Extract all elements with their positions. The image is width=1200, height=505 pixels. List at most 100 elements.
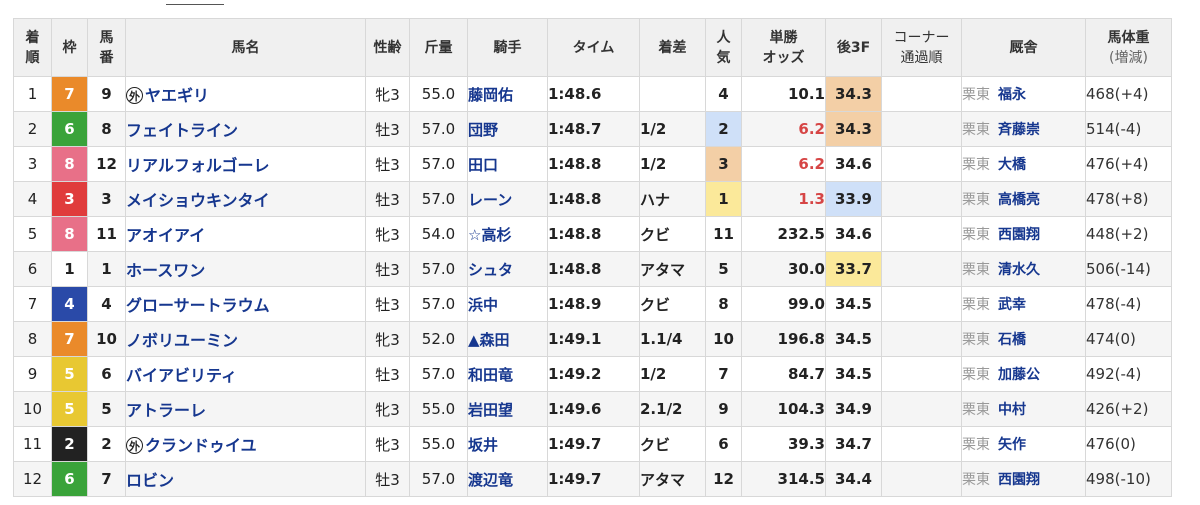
weight-carried-cell: 57.0 — [409, 461, 468, 497]
jockey-cell[interactable]: シュタ — [467, 251, 548, 287]
trainer-cell[interactable]: 栗東 大橋 — [961, 146, 1086, 182]
margin-cell: 1/2 — [639, 111, 706, 147]
horse-name-cell[interactable]: ノボリユーミン — [125, 321, 366, 357]
trainer-name-link[interactable]: 加藤公 — [998, 367, 1040, 383]
table-row: 8 7 10 ノボリユーミン 牝3 52.0 ▲森田 1:49.1 1.1/4 10 196.8 34… — [13, 321, 1172, 357]
horse-name-cell[interactable]: ロビン — [125, 461, 366, 497]
jockey-cell[interactable]: 藤岡佑 — [467, 76, 548, 112]
trainer-location: 栗東 — [962, 332, 990, 348]
last3f-cell: 34.9 — [825, 391, 882, 427]
horse-name-link[interactable]: ホースワン — [126, 261, 205, 280]
trainer-name-link[interactable]: 矢作 — [998, 437, 1026, 453]
rank-cell: 10 — [13, 391, 52, 427]
trainer-name-link[interactable]: 福永 — [998, 87, 1026, 103]
horse-name-link[interactable]: アオイアイ — [126, 226, 205, 245]
trainer-cell[interactable]: 栗東 矢作 — [961, 426, 1086, 462]
number-cell: 12 — [87, 146, 126, 182]
margin-cell: ハナ — [639, 181, 706, 217]
trainer-cell[interactable]: 栗東 清水久 — [961, 251, 1086, 287]
jockey-cell[interactable]: 坂井 — [467, 426, 548, 462]
trainer-cell[interactable]: 栗東 西園翔 — [961, 461, 1086, 497]
horse-name-cell[interactable]: 外クランドゥイユ — [125, 426, 366, 462]
number-cell: 9 — [87, 76, 126, 112]
horse-name-cell[interactable]: グローサートラウム — [125, 286, 366, 322]
jockey-cell[interactable]: レーン — [467, 181, 548, 217]
trainer-name-link[interactable]: 中村 — [998, 402, 1026, 418]
number-cell: 7 — [87, 461, 126, 497]
popularity-cell: 6 — [705, 426, 742, 462]
trainer-cell[interactable]: 栗東 武幸 — [961, 286, 1086, 322]
horse-name-link[interactable]: アトラーレ — [126, 401, 206, 420]
jockey-cell[interactable]: 団野 — [467, 111, 548, 147]
trainer-location: 栗東 — [962, 262, 990, 278]
jockey-cell[interactable]: 和田竜 — [467, 356, 548, 392]
trainer-name-link[interactable]: 石橋 — [998, 332, 1026, 348]
jockey-cell[interactable]: 岩田望 — [467, 391, 548, 427]
horse-name-link[interactable]: ノボリユーミン — [126, 331, 238, 350]
header-trainer: 厩舎 — [961, 18, 1086, 77]
time-cell: 1:48.8 — [547, 251, 640, 287]
frame-cell: 8 — [51, 146, 88, 182]
last3f-cell: 34.4 — [825, 461, 882, 497]
horse-name-cell[interactable]: バイアビリティ — [125, 356, 366, 392]
sex-age-cell: 牝3 — [365, 426, 410, 462]
horse-name-cell[interactable]: リアルフォルゴーレ — [125, 146, 366, 182]
jockey-cell[interactable]: 渡辺竜 — [467, 461, 548, 497]
jockey-cell[interactable]: ☆高杉 — [467, 216, 548, 252]
horse-name-cell[interactable]: フェイトライン — [125, 111, 366, 147]
number-cell: 5 — [87, 391, 126, 427]
horse-name-cell[interactable]: 外ヤエギリ — [125, 76, 366, 112]
weight-carried-cell: 57.0 — [409, 356, 468, 392]
number-cell: 2 — [87, 426, 126, 462]
popularity-cell: 2 — [705, 111, 742, 147]
horse-name-link[interactable]: クランドゥイユ — [145, 436, 257, 455]
horse-name-link[interactable]: ロビン — [126, 471, 174, 490]
trainer-name-link[interactable]: 武幸 — [998, 297, 1026, 313]
trainer-cell[interactable]: 栗東 福永 — [961, 76, 1086, 112]
trainer-cell[interactable]: 栗東 西園翔 — [961, 216, 1086, 252]
trainer-cell[interactable]: 栗東 加藤公 — [961, 356, 1086, 392]
trainer-cell[interactable]: 栗東 斉藤崇 — [961, 111, 1086, 147]
margin-cell: クビ — [639, 216, 706, 252]
table-row: 4 3 3 メイショウキンタイ 牡3 57.0 レーン 1:48.8 ハナ 1 1.3 33.9 栗東高… — [13, 181, 1172, 217]
horse-name-cell[interactable]: メイショウキンタイ — [125, 181, 366, 217]
horse-name-link[interactable]: リアルフォルゴーレ — [126, 156, 270, 175]
horse-name-link[interactable]: グローサートラウム — [126, 296, 270, 315]
weight-carried-cell: 57.0 — [409, 111, 468, 147]
trainer-name-link[interactable]: 斉藤崇 — [998, 122, 1040, 138]
horse-name-cell[interactable]: アオイアイ — [125, 216, 366, 252]
trainer-name-link[interactable]: 高橋亮 — [998, 192, 1040, 208]
sex-age-cell: 牡3 — [365, 181, 410, 217]
trainer-cell[interactable]: 栗東 石橋 — [961, 321, 1086, 357]
jockey-cell[interactable]: 田口 — [467, 146, 548, 182]
corner-cell — [881, 251, 962, 287]
horse-name-link[interactable]: ヤエギリ — [145, 86, 209, 105]
trainer-name-link[interactable]: 大橋 — [998, 157, 1026, 173]
trainer-name-link[interactable]: 清水久 — [998, 262, 1040, 278]
margin-cell: アタマ — [639, 461, 706, 497]
rank-cell: 2 — [13, 111, 52, 147]
trainer-name-link[interactable]: 西園翔 — [998, 472, 1040, 488]
trainer-location: 栗東 — [962, 437, 990, 453]
last3f-cell: 34.5 — [825, 356, 882, 392]
table-row: 12 6 7 ロビン 牡3 57.0 渡辺竜 1:49.7 アタマ 12 314.5 34.4 栗東 西園… — [13, 461, 1172, 497]
table-row: 6 1 1 ホースワン 牡3 57.0 シュタ 1:48.8 アタマ 5 30.0 33.7 栗東 清水久… — [13, 251, 1172, 287]
horse-name-link[interactable]: メイショウキンタイ — [126, 191, 270, 210]
horse-name-link[interactable]: バイアビリティ — [126, 366, 237, 385]
number-cell: 4 — [87, 286, 126, 322]
jockey-cell[interactable]: ▲森田 — [467, 321, 548, 357]
time-cell: 1:48.8 — [547, 146, 640, 182]
sex-age-cell: 牡3 — [365, 286, 410, 322]
horse-name-cell[interactable]: アトラーレ — [125, 391, 366, 427]
trainer-cell[interactable]: 栗東 中村 — [961, 391, 1086, 427]
frame-cell: 2 — [51, 426, 88, 462]
horse-name-link[interactable]: フェイトライン — [126, 121, 238, 140]
trainer-name-link[interactable]: 西園翔 — [998, 227, 1040, 243]
corner-cell — [881, 76, 962, 112]
trainer-cell[interactable]: 栗東 高橋亮 — [961, 181, 1086, 217]
frame-cell: 1 — [51, 251, 88, 287]
header-last3f: 後3F — [825, 18, 882, 77]
horse-name-cell[interactable]: ホースワン — [125, 251, 366, 287]
jockey-cell[interactable]: 浜中 — [467, 286, 548, 322]
frame-cell: 7 — [51, 76, 88, 112]
